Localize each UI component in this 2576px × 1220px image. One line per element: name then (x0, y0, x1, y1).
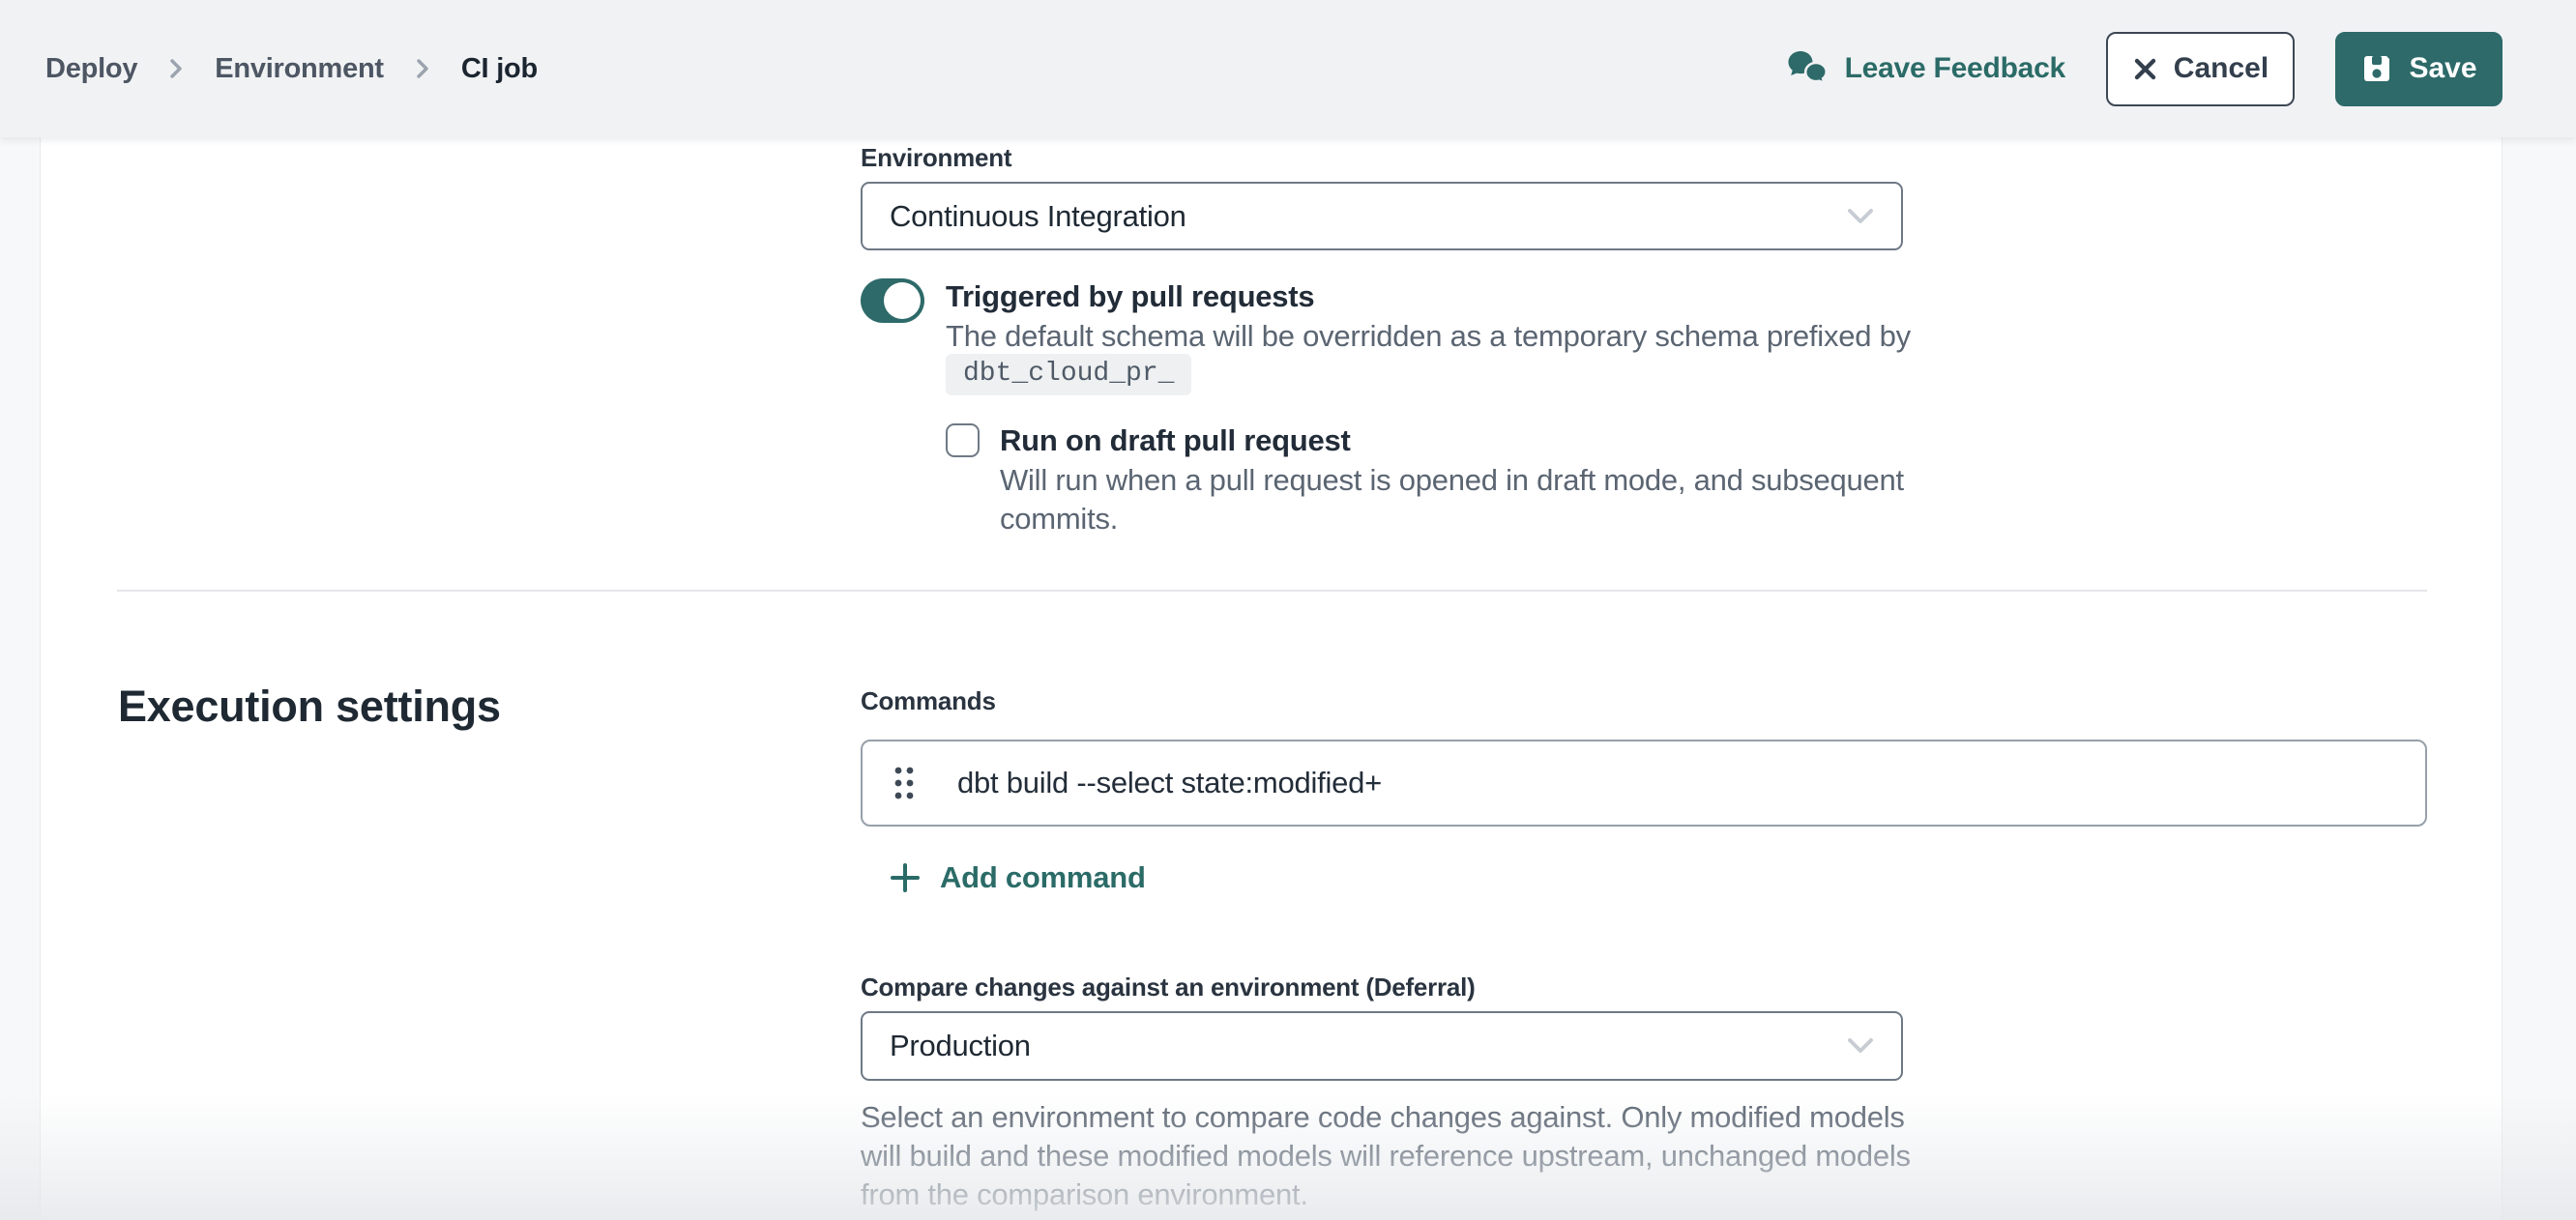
leave-feedback-link[interactable]: Leave Feedback (1787, 49, 2065, 88)
save-button[interactable]: Save (2335, 32, 2503, 106)
chevron-right-icon (411, 54, 434, 83)
pr-trigger-label: Triggered by pull requests (946, 279, 1314, 314)
save-icon (2360, 52, 2393, 85)
command-input[interactable]: dbt build --select state:modified+ (957, 766, 2402, 800)
chevron-right-icon (164, 54, 188, 83)
environment-select-value: Continuous Integration (890, 199, 1186, 234)
toggle-knob (884, 282, 921, 319)
cancel-label: Cancel (2174, 52, 2269, 85)
cancel-button[interactable]: Cancel (2106, 32, 2295, 106)
deferral-select-value: Production (890, 1029, 1031, 1063)
chevron-down-icon (1845, 1036, 1876, 1056)
feedback-bubbles-icon (1787, 49, 1830, 88)
add-command-button[interactable]: Add command (890, 860, 1146, 895)
chevron-down-icon (1845, 207, 1876, 226)
draft-pr-description: Will run when a pull request is opened i… (1000, 461, 2015, 538)
top-actions: Leave Feedback Cancel Save (1787, 32, 2503, 106)
deferral-field-label: Compare changes against an environment (… (861, 973, 1476, 1002)
section-divider (117, 590, 2427, 592)
leave-feedback-label: Leave Feedback (1845, 52, 2065, 85)
plus-icon (890, 862, 921, 893)
breadcrumb-deploy[interactable]: Deploy (45, 53, 137, 85)
breadcrumb: Deploy Environment CI job (45, 53, 538, 85)
commands-label: Commands (861, 686, 996, 716)
save-label: Save (2409, 52, 2476, 85)
breadcrumb-ci-job: CI job (461, 53, 538, 85)
draft-pr-checkbox[interactable] (946, 423, 980, 457)
draft-pr-label: Run on draft pull request (1000, 423, 1351, 458)
environment-select[interactable]: Continuous Integration (861, 182, 1903, 250)
command-row[interactable]: dbt build --select state:modified+ (861, 740, 2427, 827)
top-bar: Deploy Environment CI job Leave Feedback (0, 0, 2576, 137)
breadcrumb-environment[interactable]: Environment (215, 53, 384, 85)
schema-prefix-chip: dbt_cloud_pr_ (946, 354, 1191, 395)
deferral-select[interactable]: Production (861, 1011, 1903, 1081)
add-command-label: Add command (940, 860, 1146, 895)
pr-trigger-toggle[interactable] (861, 278, 924, 323)
environment-field-label: Environment (861, 143, 1011, 173)
close-icon (2132, 56, 2158, 82)
deferral-help-text: Select an environment to compare code ch… (861, 1098, 1934, 1214)
drag-handle-icon[interactable] (892, 763, 917, 803)
execution-settings-title: Execution settings (118, 682, 501, 732)
pr-trigger-description: The default schema will be overridden as… (946, 317, 1913, 356)
ci-job-settings-page: Deploy Environment CI job Leave Feedback (0, 0, 2576, 1220)
